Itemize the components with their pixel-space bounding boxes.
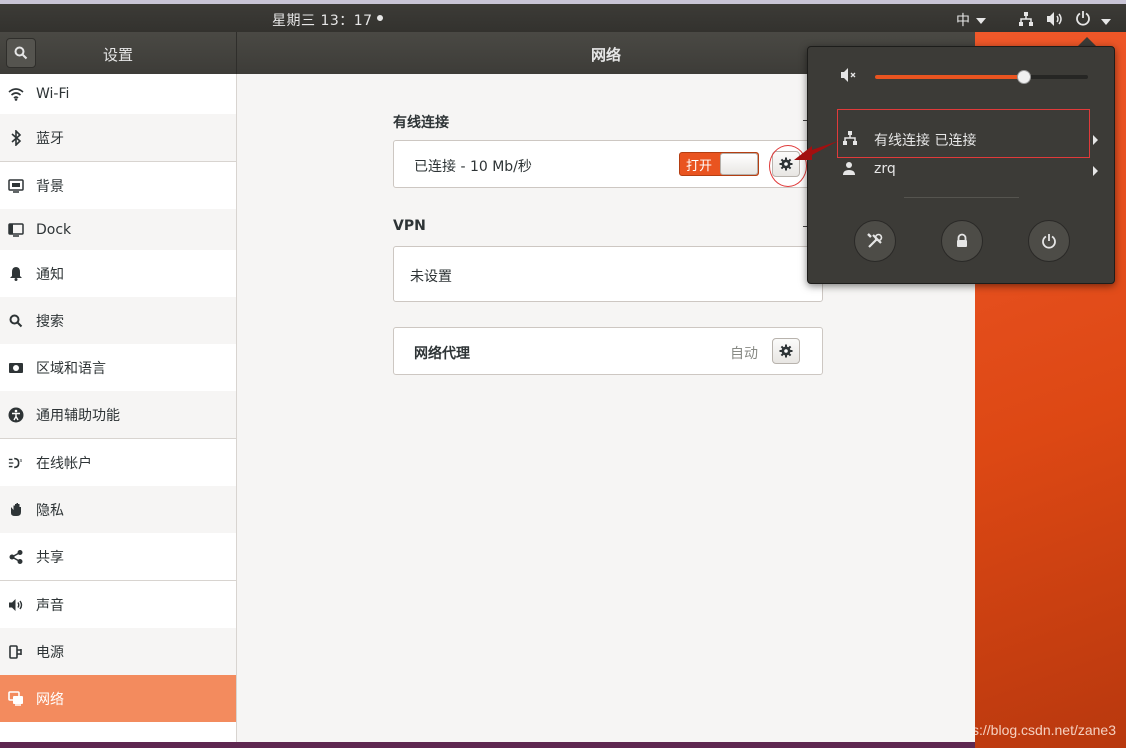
input-method-label: 中 <box>956 13 970 29</box>
sidebar-item-search[interactable]: 搜索 <box>0 297 236 344</box>
sidebar-title: 设置 <box>102 46 133 64</box>
region-icon <box>8 360 24 376</box>
sidebar-item-background[interactable]: 背景 <box>0 161 236 209</box>
share-icon <box>8 549 24 565</box>
sidebar-item-label: 共享 <box>36 549 64 566</box>
tools-icon <box>867 233 883 248</box>
sidebar-item-region-language[interactable]: 区域和语言 <box>0 344 236 391</box>
power-icon <box>1042 234 1056 249</box>
volume-handle[interactable] <box>1017 70 1032 84</box>
user-icon <box>842 161 856 179</box>
wifi-icon <box>8 86 24 102</box>
sidebar-item-network[interactable]: 网络 <box>0 675 236 722</box>
volume-fill <box>875 75 1025 79</box>
volume-muted-icon <box>840 67 858 87</box>
menu-item-user[interactable]: zrq <box>842 159 1108 181</box>
screen: 星期三 13：17 中 https://blog.csdn.net/zane3 … <box>0 0 1126 748</box>
switch-label: 打开 <box>686 159 713 174</box>
chevron-down-icon <box>976 18 987 24</box>
proxy-settings-button[interactable] <box>772 338 800 364</box>
submenu-arrow-icon <box>1093 166 1098 176</box>
sidebar-item-dock[interactable]: Dock <box>0 209 236 250</box>
sidebar-item-label: Wi-Fi <box>36 86 70 102</box>
sidebar-item-label: 网络 <box>36 691 64 708</box>
lock-button[interactable] <box>941 220 983 262</box>
vpn-card: 未设置 <box>393 246 823 302</box>
proxy-label: 网络代理 <box>414 346 470 362</box>
system-menu-button[interactable] <box>1075 10 1112 30</box>
input-method-indicator[interactable]: 中 <box>956 10 987 30</box>
sidebar-item-notifications[interactable]: 通知 <box>0 250 236 297</box>
sidebar-item-online-accounts[interactable]: s 在线帐户 <box>0 438 236 486</box>
settings-shortcut-button[interactable] <box>854 220 896 262</box>
sidebar-item-label: 蓝牙 <box>36 130 64 147</box>
network-status-icon[interactable] <box>1018 11 1034 31</box>
proxy-card[interactable]: 网络代理 自动 <box>393 327 823 375</box>
sidebar-item-accessibility[interactable]: 通用辅助功能 <box>0 391 236 438</box>
window-bottom-edge <box>0 742 975 748</box>
dock-icon <box>8 222 24 238</box>
gear-icon <box>779 344 793 358</box>
svg-text:s: s <box>20 458 23 464</box>
sidebar-item-label: 隐私 <box>36 502 64 519</box>
background-icon <box>8 178 24 194</box>
submenu-arrow-icon <box>1093 135 1098 145</box>
annotation-circle <box>769 145 807 187</box>
sidebar-item-wifi[interactable]: Wi-Fi <box>0 74 236 114</box>
network-icon <box>8 691 24 707</box>
switch-knob <box>720 153 758 175</box>
chevron-down-icon <box>1101 19 1112 25</box>
bell-icon <box>8 266 24 282</box>
clock[interactable]: 星期三 13：17 <box>272 10 383 30</box>
menu-separator <box>904 197 1019 198</box>
accessibility-icon <box>8 407 24 423</box>
sidebar-item-label: Dock <box>36 221 72 238</box>
sidebar-item-label: 在线帐户 <box>36 455 92 472</box>
sidebar-item-power[interactable]: 电源 <box>0 628 236 675</box>
search-icon <box>8 313 24 329</box>
sidebar-item-label: 搜索 <box>36 313 64 330</box>
sidebar-item-bluetooth[interactable]: 蓝牙 <box>0 114 236 161</box>
sidebar-item-label: 通知 <box>36 266 64 283</box>
power-off-button[interactable] <box>1028 220 1070 262</box>
sidebar-item-privacy[interactable]: 隐私 <box>0 486 236 533</box>
notification-dot <box>376 15 383 21</box>
bluetooth-icon <box>8 129 24 146</box>
wired-connection-card: 已连接 - 10 Mb/秒 打开 <box>393 140 823 188</box>
wired-status: 已连接 - 10 Mb/秒 <box>414 159 532 175</box>
vpn-value: 未设置 <box>410 269 452 285</box>
volume-slider[interactable] <box>875 70 1088 84</box>
volume-status-icon[interactable] <box>1046 11 1064 31</box>
wired-toggle-switch[interactable]: 打开 <box>679 152 759 176</box>
sidebar-item-label: 电源 <box>36 644 64 661</box>
sidebar-item-sound[interactable]: 声音 <box>0 580 236 628</box>
power-plug-icon <box>8 644 24 660</box>
sidebar: Wi-Fi 蓝牙 背景 Dock 通知 搜索 区域和语言 通用辅助功能 s 在线… <box>0 74 237 742</box>
wired-section-title: 有线连接 <box>393 115 449 131</box>
lock-icon <box>957 233 967 247</box>
proxy-value: 自动 <box>730 346 758 362</box>
annotation-highlight-box <box>837 109 1090 158</box>
sidebar-item-label: 背景 <box>36 178 64 195</box>
menu-item-user-label: zrq <box>874 161 896 177</box>
speaker-icon <box>8 597 24 613</box>
clock-text: 星期三 13：17 <box>272 13 373 29</box>
sidebar-item-label: 区域和语言 <box>36 360 106 377</box>
privacy-hand-icon <box>8 502 24 518</box>
power-icon <box>1076 11 1090 26</box>
sidebar-item-sharing[interactable]: 共享 <box>0 533 236 580</box>
sidebar-item-label: 通用辅助功能 <box>36 407 120 424</box>
top-bar: 星期三 13：17 中 <box>0 0 1126 32</box>
online-accounts-icon: s <box>8 455 24 471</box>
vpn-section-title: VPN <box>393 218 426 234</box>
system-menu: 有线连接 已连接 zrq <box>807 46 1115 284</box>
sidebar-item-label: 声音 <box>36 597 64 614</box>
